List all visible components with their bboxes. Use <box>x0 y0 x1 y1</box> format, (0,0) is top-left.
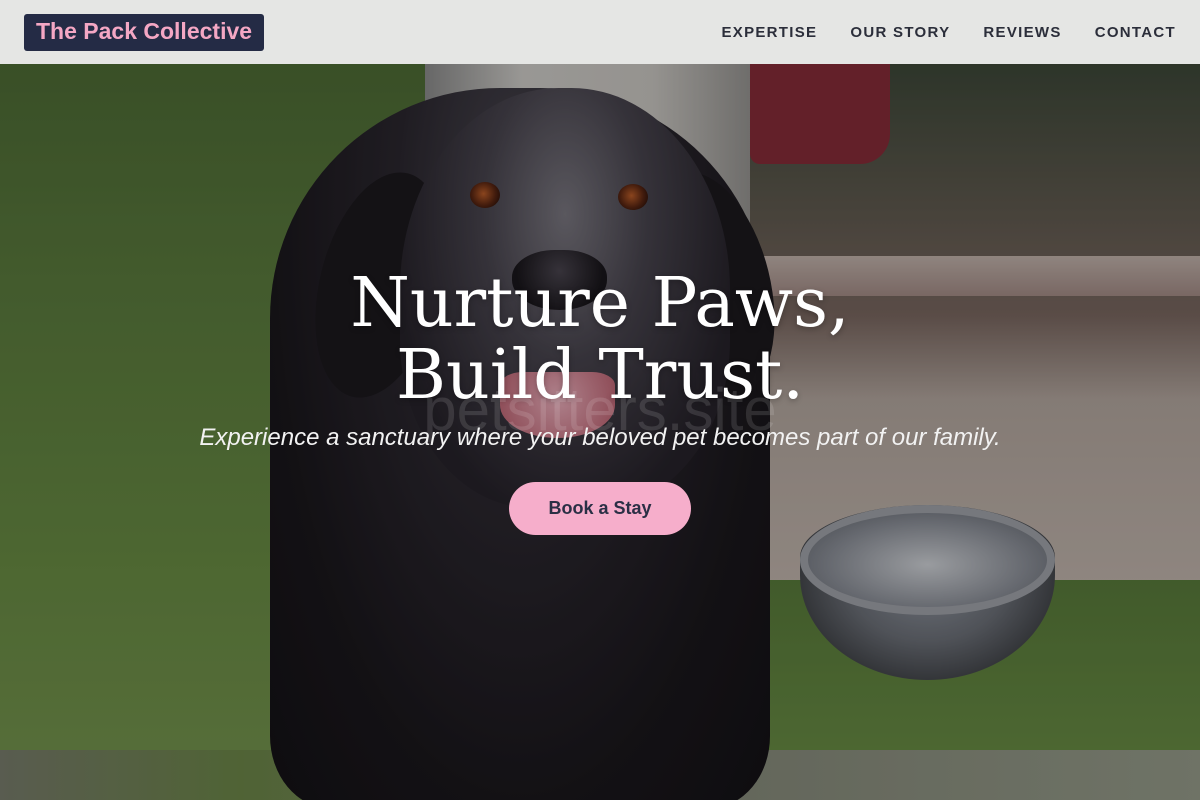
main-nav: EXPERTISE OUR STORY REVIEWS CONTACT <box>721 24 1176 41</box>
hero-tagline: Experience a sanctuary where your belove… <box>199 424 1001 451</box>
site-header: The Pack Collective EXPERTISE OUR STORY … <box>0 0 1200 64</box>
nav-link-our-story[interactable]: OUR STORY <box>850 24 950 41</box>
nav-link-expertise[interactable]: EXPERTISE <box>721 24 817 41</box>
hero-content: petsitters.site Nurture Paws, Build Trus… <box>0 260 1200 535</box>
book-a-stay-button[interactable]: Book a Stay <box>509 482 691 535</box>
nav-link-reviews[interactable]: REVIEWS <box>983 24 1061 41</box>
nav-link-contact[interactable]: CONTACT <box>1095 24 1176 41</box>
brand-logo[interactable]: The Pack Collective <box>24 13 265 51</box>
hero-headline: Nurture Paws, Build Trust. <box>350 264 850 415</box>
